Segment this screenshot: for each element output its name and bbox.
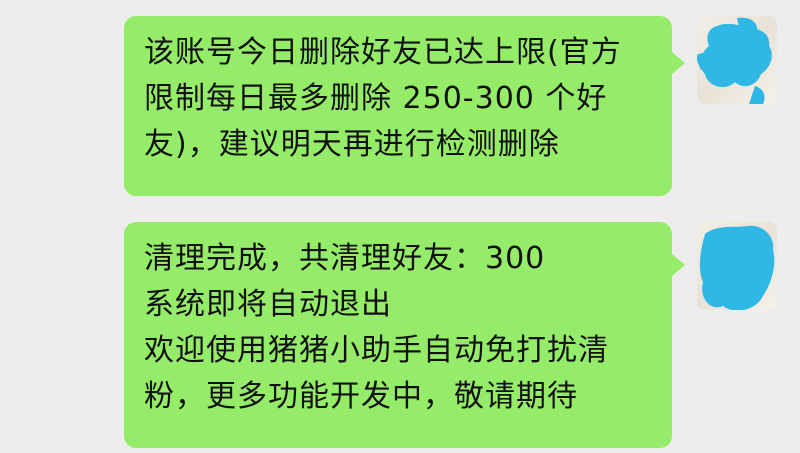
avatar[interactable] xyxy=(697,222,777,310)
message-line: 清理完成，共清理好友：300 xyxy=(144,241,546,276)
message-line: 友)，建议明天再进行检测删除 xyxy=(144,127,560,162)
redacted-avatar-icon xyxy=(697,17,772,104)
redacted-avatar-icon xyxy=(699,225,775,310)
message-line: 欢迎使用猪猪小助手自动免打扰清 xyxy=(144,333,609,368)
message-line: 系统即将自动退出 xyxy=(144,287,392,322)
message-bubble[interactable]: 清理完成，共清理好友：300 系统即将自动退出 欢迎使用猪猪小助手自动免打扰清 … xyxy=(124,222,672,448)
chat-view: 该账号今日删除好友已达上限(官方 限制每日最多删除 250-300 个好 友)，… xyxy=(0,0,800,453)
message-line: 该账号今日删除好友已达上限(官方 xyxy=(144,35,622,70)
bubble-tail xyxy=(672,52,685,74)
message-line: 限制每日最多删除 250-300 个好 xyxy=(144,81,608,116)
message-line: 粉，更多功能开发中，敬请期待 xyxy=(144,379,578,414)
bubble-tail xyxy=(672,254,685,276)
message-bubble[interactable]: 该账号今日删除好友已达上限(官方 限制每日最多删除 250-300 个好 友)，… xyxy=(124,16,672,196)
avatar[interactable] xyxy=(697,16,777,104)
